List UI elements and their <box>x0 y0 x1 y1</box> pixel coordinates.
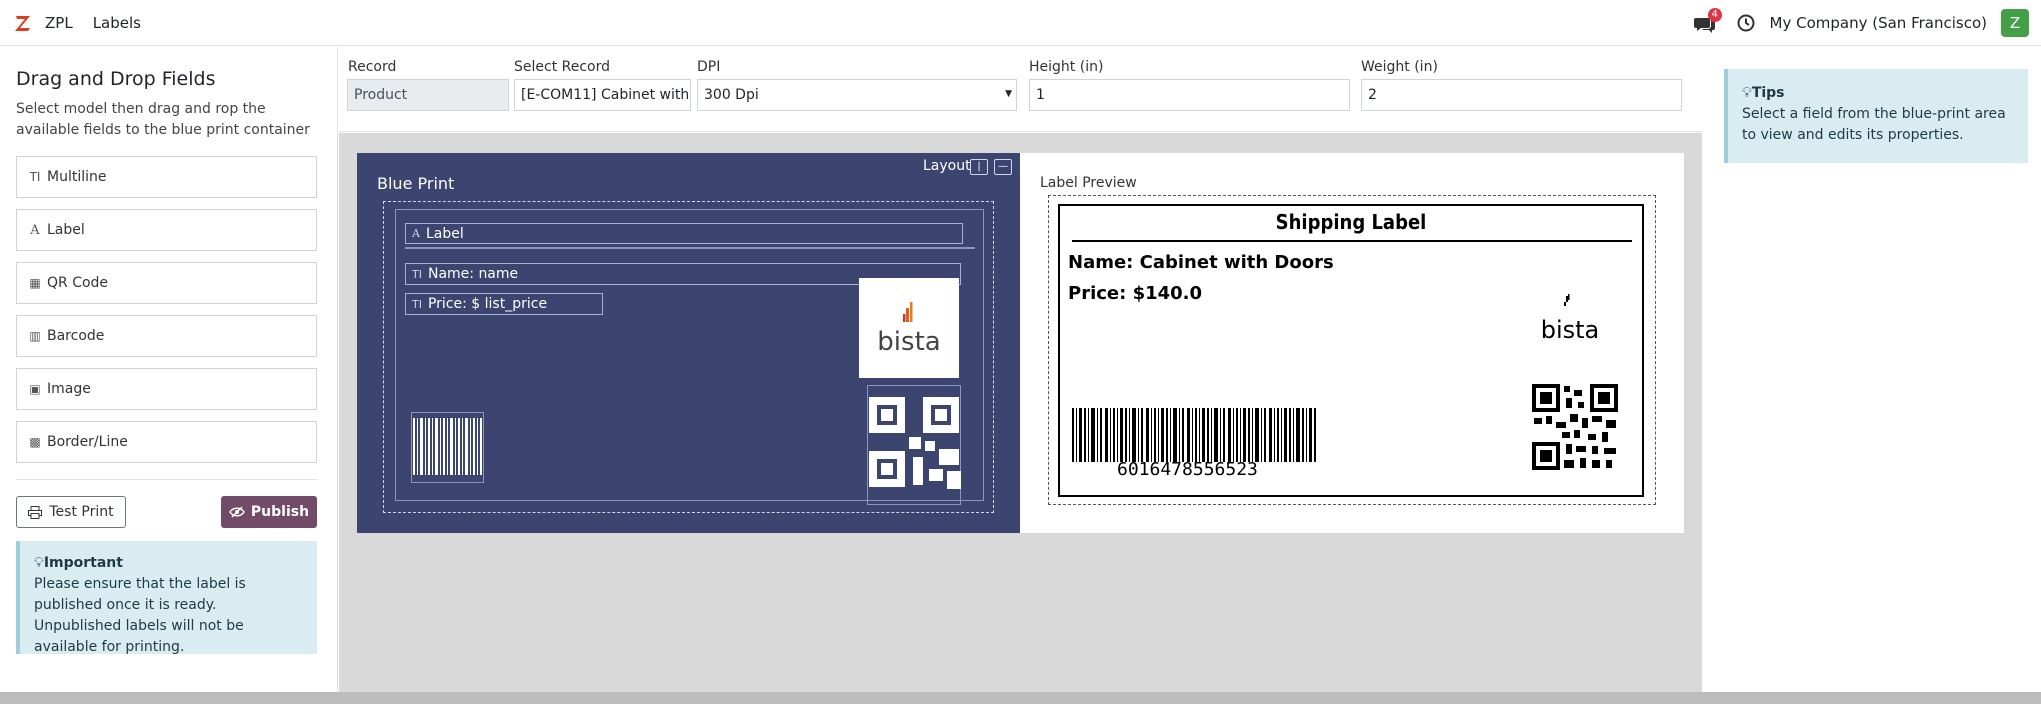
test-print-label: Test Print <box>49 504 114 520</box>
text-height-icon: TI <box>29 170 41 184</box>
image-icon: ▣ <box>29 382 41 396</box>
select-record-field[interactable]: [E-COM11] Cabinet with <box>514 79 691 111</box>
preview-title: Label Preview <box>1040 175 1137 191</box>
messages-button[interactable]: 4 <box>1693 8 1722 35</box>
blueprint-field-text: Price: $ list_price <box>427 296 548 312</box>
blueprint-barcode[interactable] <box>413 418 483 475</box>
publish-button[interactable]: Publish <box>221 496 317 528</box>
sidebar-title: Drag and Drop Fields <box>16 68 216 90</box>
divider <box>16 479 317 480</box>
height-input[interactable]: 1 <box>1029 79 1350 111</box>
menu-labels[interactable]: Labels <box>93 14 141 32</box>
preview-logo-image: bista <box>1541 294 1600 344</box>
important-text: Please ensure that the label is publishe… <box>34 576 246 655</box>
field-label: Border/Line <box>47 434 128 450</box>
field-qr-code[interactable]: ▦ QR Code <box>16 262 317 304</box>
layout-vertical-button[interactable]: | <box>970 159 988 175</box>
tips-title: Tips <box>1751 85 1785 101</box>
field-label: QR Code <box>47 275 109 291</box>
bottom-bar <box>0 692 2041 704</box>
record-field[interactable]: Product <box>347 79 509 111</box>
eye-slash-icon <box>229 506 245 518</box>
field-label: Label <box>47 222 85 238</box>
tips-title-row: 💡︎Tips <box>1742 83 2014 104</box>
weight-label: Weight (in) <box>1361 59 1438 75</box>
blueprint-image-logo[interactable]: bista <box>859 278 959 378</box>
field-barcode[interactable]: ▥ Barcode <box>16 315 317 357</box>
bista-logo-icon: bista <box>877 302 941 357</box>
preview-name-line: Name: Cabinet with Doors <box>1068 252 1334 273</box>
avatar[interactable]: Z <box>2001 9 2029 37</box>
print-icon <box>28 505 43 519</box>
preview-barcode <box>1072 408 1316 462</box>
zpl-logo-icon[interactable] <box>14 14 32 32</box>
field-label[interactable]: A Label <box>16 209 317 251</box>
label-preview-panel: Label Preview Shipping Label Name: Cabin… <box>1020 153 1684 533</box>
test-print-button[interactable]: Test Print <box>16 496 126 528</box>
height-label: Height (in) <box>1029 59 1104 75</box>
dpi-select[interactable]: 300 Dpi ▼ <box>697 79 1017 111</box>
blueprint-field-price[interactable]: TI Price: $ list_price <box>405 293 603 315</box>
navbar-right: 4 My Company (San Francisco) Z <box>1693 0 2041 46</box>
select-record-label: Select Record <box>514 59 611 75</box>
preview-barcode-number: 6016478556523 <box>1117 459 1258 480</box>
dpi-value: 300 Dpi <box>704 87 759 103</box>
lightbulb-icon: 💡︎ <box>34 555 44 571</box>
tips-alert: 💡︎Tips Select a field from the blue-prin… <box>1724 69 2028 163</box>
th-icon: ▩ <box>29 435 41 449</box>
field-border-line[interactable]: ▩ Border/Line <box>16 421 317 463</box>
blueprint-field-text: Label <box>425 225 464 242</box>
qrcode-icon: ▦ <box>29 276 41 290</box>
clock-icon[interactable] <box>1736 13 1756 33</box>
barcode-icon: ▥ <box>29 329 41 343</box>
layout-horizontal-button[interactable]: — <box>994 159 1012 175</box>
preview-label: Shipping Label Name: Cabinet with Doors … <box>1058 204 1644 497</box>
message-count-badge: 4 <box>1707 8 1722 22</box>
preview-heading: Shipping Label <box>1275 210 1427 234</box>
blueprint-field-label[interactable]: A Label <box>405 223 963 244</box>
blueprint-container[interactable]: Blue Print Layout | — A Label TI Name: n… <box>357 153 1020 533</box>
field-label: Barcode <box>47 328 105 344</box>
important-title-row: 💡︎Important <box>34 553 303 574</box>
logo-text: bista <box>877 327 940 357</box>
blueprint-field-text: Name: name <box>427 266 519 282</box>
field-label: Multiline <box>47 169 107 185</box>
blueprint-rule <box>405 247 975 249</box>
font-icon: A <box>412 227 420 240</box>
layout-label: Layout <box>923 158 971 174</box>
lightbulb-icon: 💡︎ <box>1742 85 1752 101</box>
preview-price-line: Price: $140.0 <box>1068 283 1203 304</box>
preview-qr-code <box>1532 384 1618 470</box>
caret-down-icon: ▼ <box>1005 89 1012 99</box>
app-name[interactable]: ZPL <box>45 14 73 32</box>
field-image[interactable]: ▣ Image <box>16 368 317 410</box>
important-title: Important <box>43 555 123 571</box>
dpi-label: DPI <box>697 59 721 75</box>
tips-text: Select a field from the blue-print area … <box>1742 106 2006 143</box>
important-alert: 💡︎Important Please ensure that the label… <box>16 541 317 655</box>
font-icon: A <box>30 222 40 238</box>
publish-label: Publish <box>250 504 310 520</box>
company-switcher[interactable]: My Company (San Francisco) <box>1770 14 1987 32</box>
top-navbar: ZPL Labels 4 My Company (San Francisco) … <box>0 0 2041 46</box>
text-height-icon: TI <box>412 297 422 311</box>
label-settings-toolbar: Record Product Select Record [E-COM11] C… <box>339 47 1702 132</box>
blueprint-qr-code[interactable] <box>869 397 963 491</box>
preview-rule <box>1072 240 1632 242</box>
blueprint-title: Blue Print <box>377 174 455 193</box>
fields-sidebar: Drag and Drop Fields Select model then d… <box>0 47 338 692</box>
weight-input[interactable]: 2 <box>1361 79 1682 111</box>
record-label: Record <box>348 59 397 75</box>
preview-logo-text: bista <box>1541 316 1600 344</box>
field-multiline[interactable]: TI Multiline <box>16 156 317 198</box>
properties-panel: 💡︎Tips Select a field from the blue-prin… <box>1703 47 2041 692</box>
sidebar-description: Select model then drag and rop the avail… <box>16 101 310 138</box>
text-height-icon: TI <box>412 267 422 281</box>
field-label: Image <box>47 381 91 397</box>
